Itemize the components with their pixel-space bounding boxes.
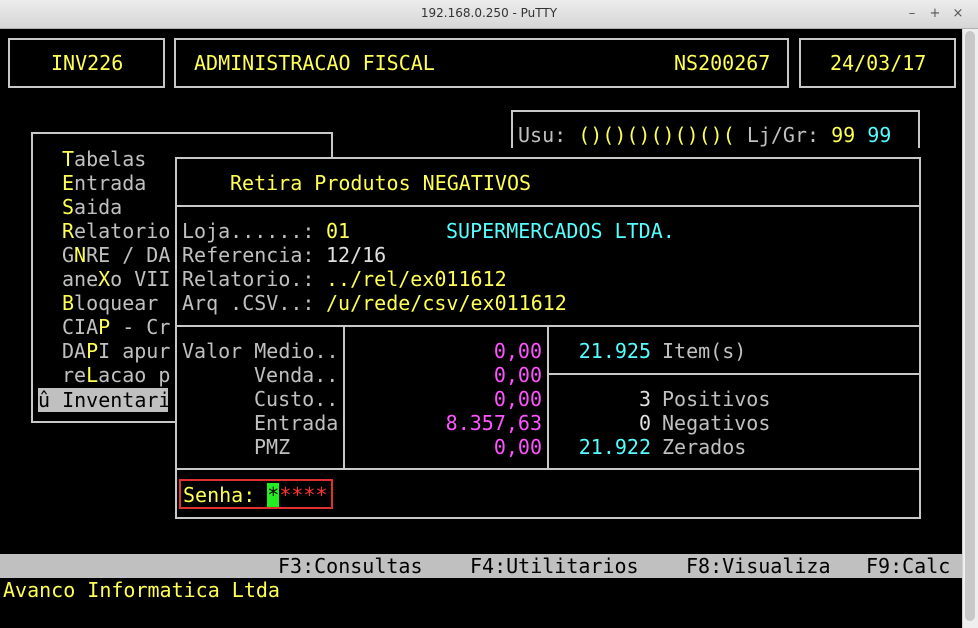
dialog-title: Retira Produtos NEGATIVOS [230, 171, 532, 195]
dialog-divider [343, 325, 345, 470]
window-titlebar: 192.168.0.250 - PuTTY – + × [0, 0, 978, 29]
f9-calc[interactable]: F9:Calc [866, 554, 950, 578]
rel-value: ../rel/ex011612 [326, 267, 507, 291]
menu-item-text: re [62, 363, 87, 387]
dialog-divider [175, 205, 921, 207]
menu-item-hotkey: P [98, 315, 111, 339]
menu-item-hotkey: P [86, 339, 99, 363]
valor-medio-label: Valor Medio.. [182, 339, 339, 363]
menu-item-text: loquear [74, 291, 159, 315]
close-icon[interactable]: × [949, 5, 967, 23]
menu-item[interactable]: Tabelas [62, 147, 146, 171]
menu-item[interactable]: Saida [62, 195, 122, 219]
valor-medio-value: 0,00 [493, 339, 542, 363]
menu-item[interactable]: aneXo VII [62, 267, 170, 291]
zerados-label: Zerados [662, 435, 747, 459]
menu-item-text: ntrada [74, 171, 147, 195]
menu-item-hotkey: L [86, 363, 99, 387]
menu-item-text: I apur [98, 339, 171, 363]
negativos-count: 0 [638, 411, 651, 435]
senha-label: Senha: [183, 483, 256, 507]
menu-item[interactable]: Bloquear [62, 291, 158, 315]
zerados-count: 21.922 [578, 435, 651, 459]
menu-item-selected[interactable]: û Inventari [38, 388, 170, 412]
system-code: NS200267 [674, 51, 771, 75]
f3-consultas[interactable]: F3:Consultas [278, 554, 423, 578]
negativos-label: Negativos [662, 411, 771, 435]
user-line: Usu: ()()()()()()( Lj/Gr: 99 99 [518, 123, 891, 147]
menu-item[interactable]: DAPI apur [62, 339, 170, 363]
menu-item-hotkey: E [62, 171, 75, 195]
pmz-value: 0,00 [493, 435, 542, 459]
menu-item-text: elatorio [74, 219, 171, 243]
venda-label: Venda.. [254, 363, 339, 387]
menu-item-text: G [62, 243, 75, 267]
scrollbar-thumb[interactable] [965, 31, 975, 621]
menu-item[interactable]: Entrada [62, 171, 146, 195]
menu-item-text: - Cr [110, 315, 171, 339]
senha-mask[interactable]: **** [279, 483, 327, 507]
menu-item[interactable]: GNRE / DA [62, 243, 170, 267]
maximize-icon[interactable]: + [926, 5, 944, 23]
menu-item[interactable]: CIAP - Cr [62, 315, 170, 339]
system-title: ADMINISTRACAO FISCAL [194, 51, 435, 75]
loja-value: 01 [326, 219, 351, 243]
menu-item-text: acao p [98, 363, 171, 387]
store-group-label: Lj/Gr: [746, 123, 820, 147]
menu-item-text: ane [62, 267, 99, 291]
menu-item-text: RE / DA [86, 243, 171, 267]
menu-item-hotkey: R [62, 219, 75, 243]
rel-label: Relatorio.: [182, 267, 315, 291]
menu-item-hotkey: B [62, 291, 75, 315]
items-label: Item(s) [662, 339, 747, 363]
minimize-icon[interactable]: – [903, 5, 921, 23]
menu-item-text: o VII [110, 267, 171, 291]
scrollbar[interactable] [962, 29, 978, 628]
f8-visualiza[interactable]: F8:Visualiza [686, 554, 831, 578]
menu-item-hotkey: S [62, 195, 75, 219]
menu-item-hotkey: T [62, 147, 75, 171]
entrada-value: 8.357,63 [445, 411, 542, 435]
store-value: 99 [831, 123, 856, 147]
menu-item-text: abelas [74, 147, 147, 171]
dialog-divider [547, 325, 549, 470]
csv-value: /u/rede/csv/ex011612 [326, 291, 567, 315]
menu-item-hotkey: X [98, 267, 111, 291]
csv-label: Arq .CSV..: [182, 291, 315, 315]
venda-value: 0,00 [493, 363, 542, 387]
ref-label: Referencia: [182, 243, 315, 267]
positivos-label: Positivos [662, 387, 771, 411]
pmz-label: PMZ [254, 435, 291, 459]
user-label: Usu: [518, 123, 567, 147]
menu-item-text: DA [62, 339, 87, 363]
entrada-label: Entrada [254, 411, 339, 435]
menu-item[interactable]: reLacao p [62, 363, 170, 387]
positivos-count: 3 [638, 387, 651, 411]
window-title: 192.168.0.250 - PuTTY [420, 6, 558, 20]
custo-label: Custo.. [254, 387, 339, 411]
menu-item[interactable]: Relatorio [62, 219, 170, 243]
items-count: 21.925 [578, 339, 651, 363]
company-footer: Avanco Informatica Ltda [3, 578, 280, 602]
ref-value: 12/16 [326, 243, 387, 267]
menu-item-text: CIA [62, 315, 99, 339]
custo-value: 0,00 [493, 387, 542, 411]
group-value: 99 [867, 123, 892, 147]
loja-label: Loja......: [182, 219, 315, 243]
dialog-divider [547, 373, 921, 375]
menu-item-text: aida [74, 195, 123, 219]
header-date: 24/03/17 [830, 51, 927, 75]
program-code: INV226 [51, 51, 124, 75]
loja-name: SUPERMERCADOS LTDA. [446, 219, 675, 243]
f4-utilitarios[interactable]: F4:Utilitarios [470, 554, 639, 578]
user-value: ()()()()()()( [578, 123, 735, 147]
menu-item-hotkey: N [74, 243, 87, 267]
senha-field[interactable]: Senha: ***** [183, 483, 328, 507]
text-cursor[interactable]: * [267, 483, 280, 507]
